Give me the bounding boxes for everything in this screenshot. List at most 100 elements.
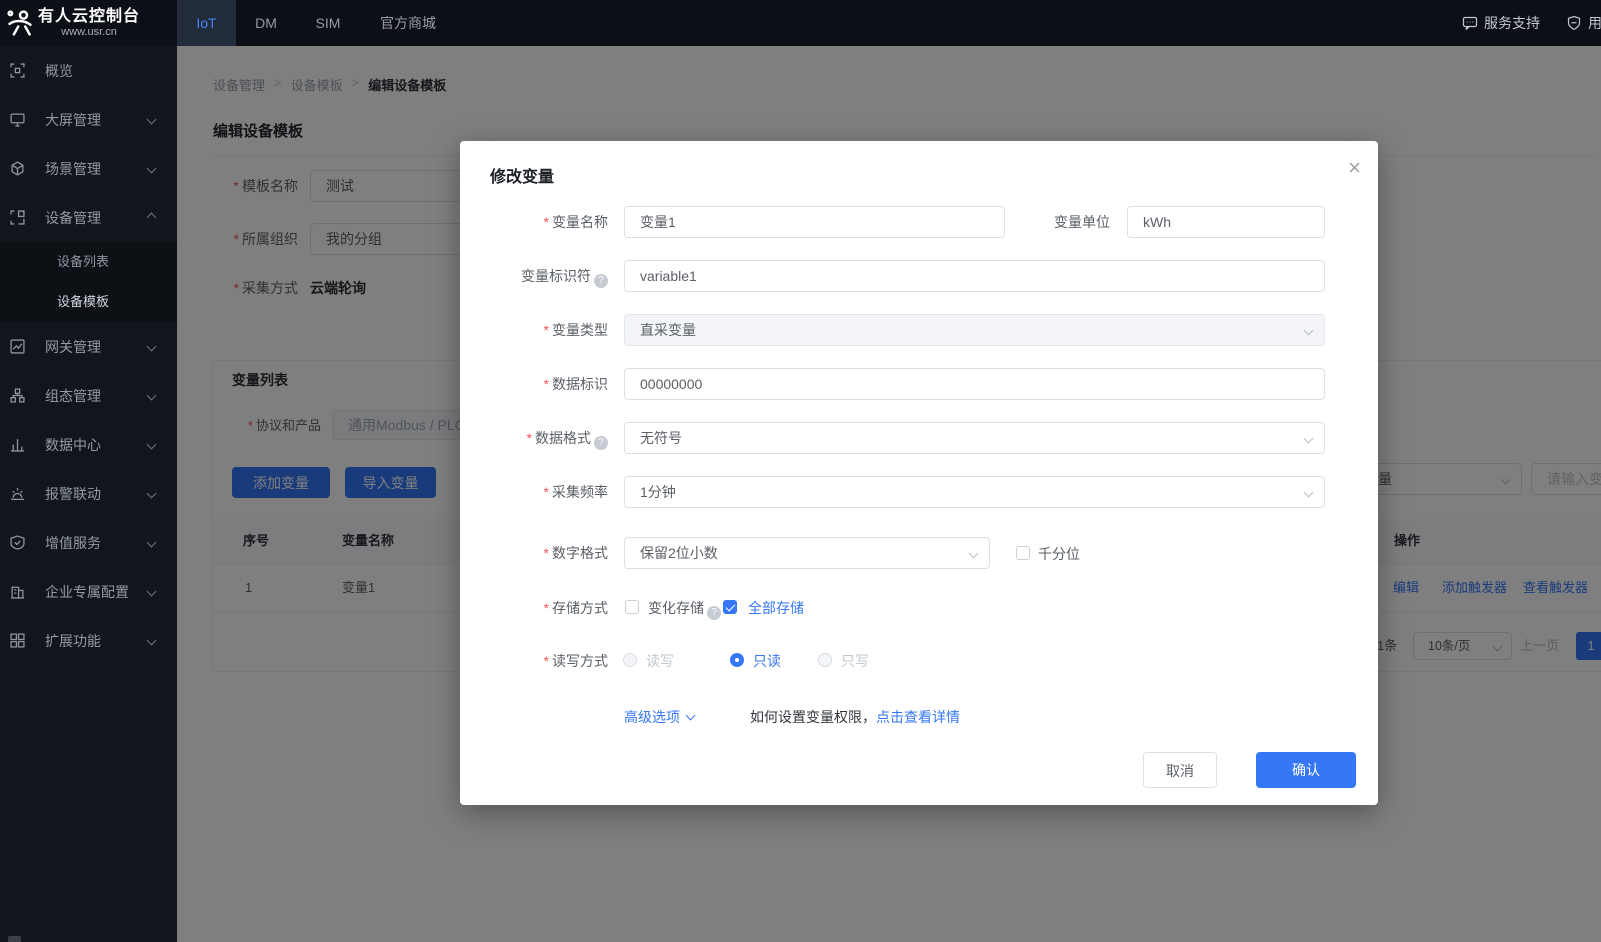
- help-icon[interactable]: ?: [707, 606, 721, 620]
- all-storage-checkbox[interactable]: [723, 600, 737, 614]
- sidebar-item-data-center[interactable]: 数据中心: [0, 420, 177, 469]
- close-icon[interactable]: ×: [1348, 157, 1361, 179]
- chat-icon: [1462, 15, 1478, 31]
- permission-detail-link[interactable]: 点击查看详情: [876, 707, 960, 727]
- chevron-down-icon: [1304, 488, 1314, 498]
- sidebar: 概览 大屏管理 场景管理 设备管理 设备列表 设备模板 网关管理 组态管理 数据: [0, 46, 177, 942]
- topbar: 有人云控制台 www.usr.cn IoT DM SIM 官方商城 服务支持 用…: [0, 0, 1601, 46]
- bar-chart-icon: [10, 437, 25, 452]
- radio-read-write[interactable]: [623, 653, 637, 667]
- shield-icon: [1566, 15, 1582, 31]
- variable-type-label: *变量类型: [460, 314, 608, 346]
- sidebar-item-enterprise-config[interactable]: 企业专属配置: [0, 567, 177, 616]
- permission-hint: 如何设置变量权限，: [750, 707, 876, 727]
- confirm-button[interactable]: 确认: [1256, 752, 1356, 788]
- change-storage-checkbox[interactable]: [625, 600, 639, 614]
- data-id-label: *数据标识: [460, 368, 608, 400]
- sidebar-item-alarm-linkage[interactable]: 报警联动: [0, 469, 177, 518]
- identifier-input[interactable]: variable1: [624, 260, 1325, 292]
- change-storage-label: 变化存储?: [648, 600, 721, 620]
- data-format-select[interactable]: 无符号: [624, 422, 1325, 454]
- sidebar-item-overview[interactable]: 概览: [0, 46, 177, 95]
- device-icon: [10, 210, 25, 225]
- brand-logo: 有人云控制台 www.usr.cn: [0, 0, 177, 46]
- variable-unit-input[interactable]: kWh: [1127, 206, 1325, 238]
- variable-name-label: *变量名称: [460, 206, 608, 238]
- support-link[interactable]: 服务支持: [1462, 13, 1540, 33]
- variable-unit-label: 变量单位: [962, 206, 1110, 238]
- tab-mall[interactable]: 官方商城: [360, 0, 456, 46]
- data-format-label: *数据格式?: [460, 422, 608, 454]
- sidebar-item-value-added-services[interactable]: 增值服务: [0, 518, 177, 567]
- number-format-select[interactable]: 保留2位小数: [624, 537, 990, 569]
- thousands-checkbox[interactable]: [1016, 546, 1030, 560]
- sidebar-item-configuration-mgmt[interactable]: 组态管理: [0, 371, 177, 420]
- storage-label: *存储方式: [460, 592, 608, 624]
- tab-dm[interactable]: DM: [236, 0, 296, 46]
- app-subtitle: www.usr.cn: [38, 26, 140, 39]
- sidebar-footer-partial: ▪ ▪ ▪: [62, 937, 81, 942]
- app-window: 有人云控制台 www.usr.cn IoT DM SIM 官方商城 服务支持 用…: [0, 0, 1601, 942]
- sidebar-item-device-template[interactable]: 设备模板: [0, 282, 177, 322]
- sidebar-item-device-list[interactable]: 设备列表: [0, 242, 177, 282]
- modal-title: 修改变量: [490, 163, 554, 187]
- identifier-label: 变量标识符?: [460, 260, 608, 292]
- alarm-icon: [10, 486, 25, 501]
- sidebar-footer-icon: [8, 936, 21, 942]
- gateway-icon: [10, 339, 25, 354]
- topbar-right: 服务支持 用户: [1462, 0, 1601, 46]
- frequency-select[interactable]: 1分钟: [624, 476, 1325, 508]
- chevron-down-icon: [147, 587, 157, 597]
- tab-sim[interactable]: SIM: [296, 0, 360, 46]
- all-storage-label: 全部存储: [748, 600, 804, 616]
- help-icon[interactable]: ?: [594, 274, 608, 288]
- variable-name-input[interactable]: 变量1: [624, 206, 1005, 238]
- user-menu[interactable]: 用户: [1566, 13, 1601, 33]
- overview-icon: [10, 63, 25, 78]
- scene-icon: [10, 161, 25, 176]
- data-id-input[interactable]: 00000000: [624, 368, 1325, 400]
- advanced-row: 高级选项 如何设置变量权限， 点击查看详情: [624, 707, 960, 727]
- radio-write-only[interactable]: [818, 653, 832, 667]
- chevron-down-icon: [147, 115, 157, 125]
- tab-iot[interactable]: IoT: [177, 0, 236, 46]
- number-format-label: *数字格式: [460, 537, 608, 569]
- device-mgmt-submenu: 设备列表 设备模板: [0, 242, 177, 322]
- chevron-down-icon: [147, 538, 157, 548]
- chevron-down-icon: [147, 636, 157, 646]
- chevron-up-icon: [147, 213, 157, 223]
- screen-icon: [10, 112, 25, 127]
- sidebar-item-screen-mgmt[interactable]: 大屏管理: [0, 95, 177, 144]
- cancel-button[interactable]: 取消: [1143, 752, 1217, 788]
- configuration-icon: [10, 388, 25, 403]
- edit-variable-modal: 修改变量 × *变量名称 变量1 变量单位 kWh 变量标识符? variabl…: [460, 141, 1378, 805]
- usr-person-icon: [6, 8, 34, 38]
- sidebar-item-extensions[interactable]: 扩展功能: [0, 616, 177, 665]
- read-write-label: 读写: [646, 653, 674, 669]
- chevron-down-icon: [1304, 434, 1314, 444]
- app-title: 有人云控制台: [38, 8, 140, 26]
- rw-mode-label: *读写方式: [460, 645, 608, 677]
- chevron-down-icon: [147, 342, 157, 352]
- sidebar-item-device-mgmt[interactable]: 设备管理: [0, 193, 177, 242]
- radio-read-only[interactable]: [730, 653, 744, 667]
- chevron-down-icon: [147, 391, 157, 401]
- chevron-down-icon: [147, 489, 157, 499]
- read-only-label: 只读: [753, 653, 781, 669]
- product-tabs: IoT DM SIM 官方商城: [177, 0, 456, 46]
- building-icon: [10, 584, 25, 599]
- sidebar-item-gateway-mgmt[interactable]: 网关管理: [0, 322, 177, 371]
- badge-icon: [10, 535, 25, 550]
- advanced-options-toggle[interactable]: 高级选项: [624, 707, 694, 727]
- thousands-label: 千分位: [1038, 546, 1080, 562]
- content-area: 设备管理 > 设备模板 > 编辑设备模板 编辑设备模板 *模板名称 测试 *所属…: [177, 46, 1601, 942]
- chevron-down-icon: [1304, 326, 1314, 336]
- chevron-down-icon: [147, 164, 157, 174]
- help-icon[interactable]: ?: [594, 436, 608, 450]
- write-only-label: 只写: [841, 653, 869, 669]
- sidebar-item-scene-mgmt[interactable]: 场景管理: [0, 144, 177, 193]
- chevron-down-icon: [969, 549, 979, 559]
- variable-type-select[interactable]: 直采变量: [624, 314, 1325, 346]
- grid-icon: [10, 633, 25, 648]
- chevron-down-icon: [686, 711, 696, 721]
